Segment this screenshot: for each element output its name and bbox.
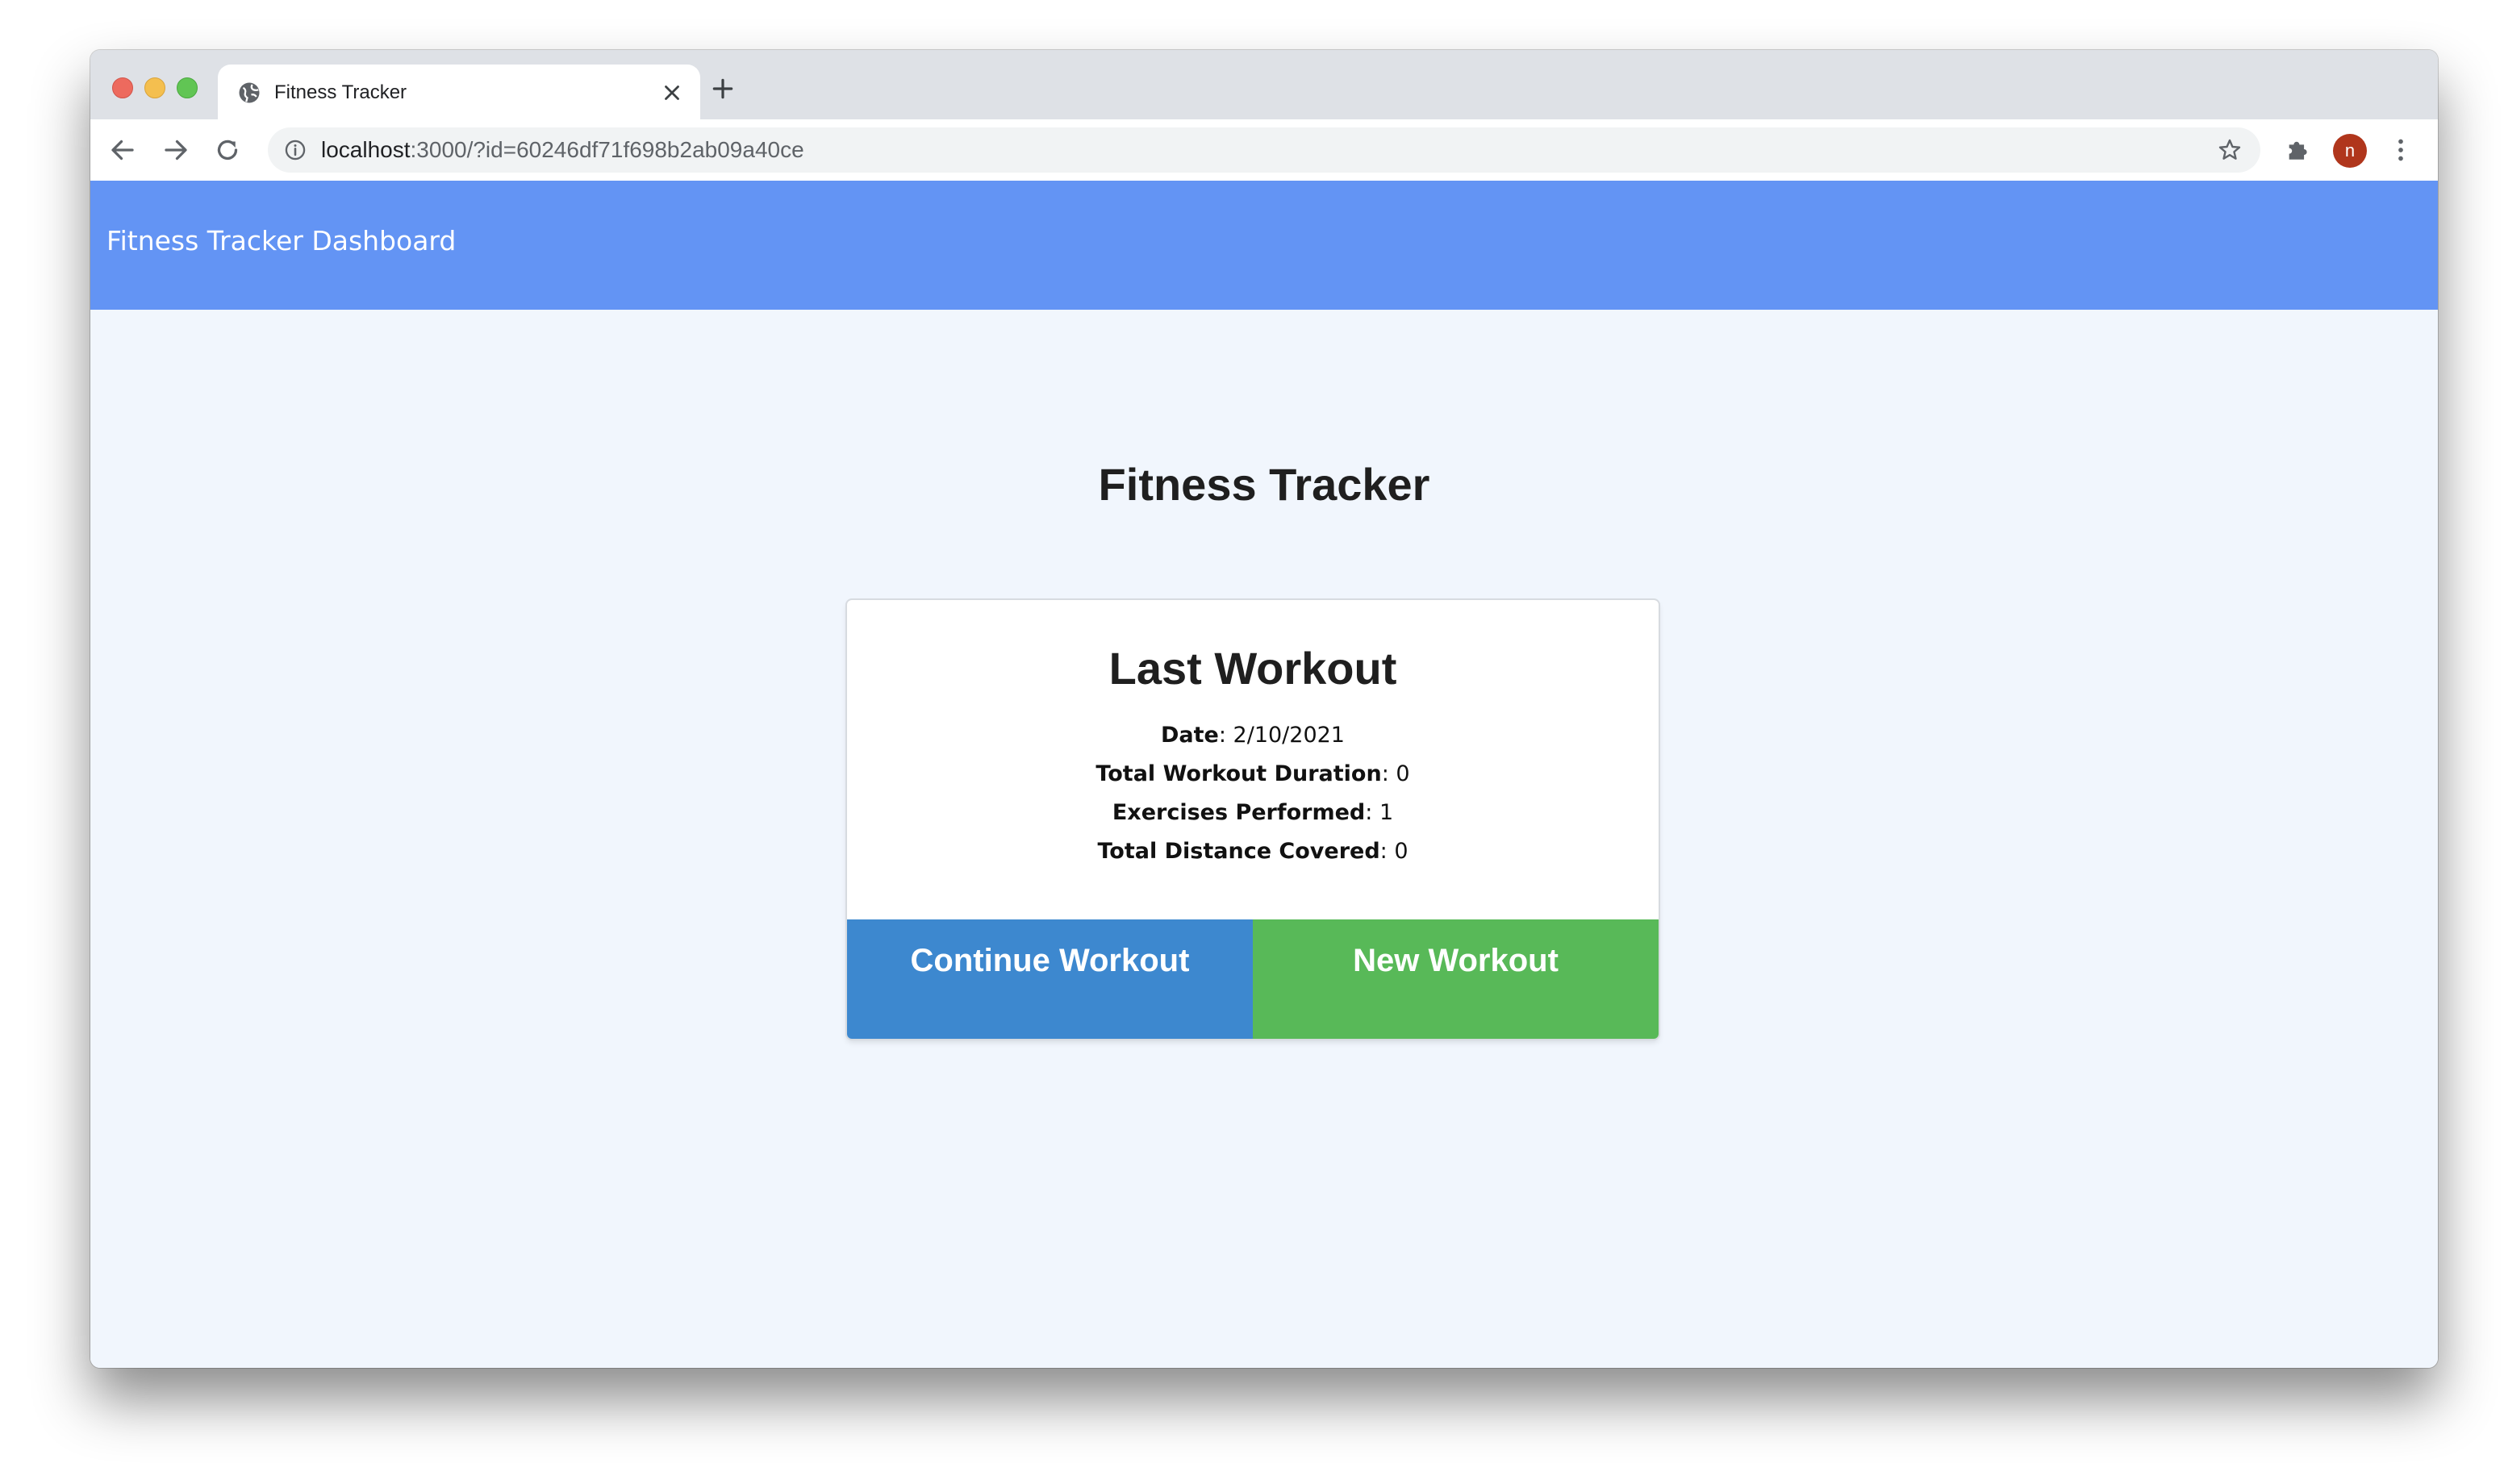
globe-icon — [237, 81, 261, 105]
bookmark-star-icon[interactable] — [2217, 137, 2243, 163]
url-text: localhost:3000/?id=60246df71f698b2ab09a4… — [321, 127, 804, 173]
address-bar[interactable]: localhost:3000/?id=60246df71f698b2ab09a4… — [268, 127, 2260, 173]
reload-icon[interactable] — [213, 135, 242, 165]
app-brand[interactable]: Fitness Tracker Dashboard — [106, 181, 456, 302]
new-workout-button[interactable]: New Workout — [1253, 919, 1659, 1039]
stat-value: 1 — [1379, 800, 1394, 825]
app-header: Fitness Tracker Dashboard — [90, 181, 2438, 310]
close-window-button[interactable] — [112, 77, 133, 98]
back-arrow-icon[interactable] — [108, 135, 137, 165]
info-icon[interactable] — [284, 139, 307, 161]
maximize-window-button[interactable] — [177, 77, 198, 98]
page-title: Fitness Tracker — [1098, 459, 1430, 510]
stat-exercises-performed: Exercises Performed: 1 — [1112, 800, 1394, 825]
browser-toolbar: localhost:3000/?id=60246df71f698b2ab09a4… — [90, 119, 2438, 181]
tab-title: Fitness Tracker — [274, 81, 407, 103]
stat-label: Date — [1161, 723, 1219, 748]
stat-label: Total Distance Covered — [1097, 839, 1380, 864]
page-content: Fitness Tracker Dashboard Fitness Tracke… — [90, 181, 2438, 1368]
card-title: Last Workout — [1108, 643, 1397, 694]
continue-workout-button[interactable]: Continue Workout — [847, 919, 1253, 1039]
tab-fitness-tracker[interactable]: Fitness Tracker — [218, 65, 700, 121]
stat-value: 0 — [1394, 839, 1408, 864]
tab-close-icon[interactable] — [660, 81, 684, 105]
stat-label: Exercises Performed — [1112, 800, 1366, 825]
stat-date: Date: 2/10/2021 — [1161, 723, 1345, 748]
stat-value: 0 — [1396, 761, 1410, 786]
tab-strip: Fitness Tracker — [90, 50, 2438, 121]
extensions-puzzle-icon[interactable] — [2285, 135, 2312, 163]
stat-label: Total Workout Duration — [1096, 761, 1382, 786]
url-host: localhost — [321, 137, 411, 162]
url-path: :3000/?id=60246df71f698b2ab09a40ce — [410, 137, 804, 162]
stat-total-duration: Total Workout Duration: 0 — [1096, 761, 1410, 786]
last-workout-card: Last Workout Date: 2/10/2021 Total Worko… — [847, 600, 1659, 1039]
browser-window: Fitness Tracker localhost:3000/?id=60246… — [90, 50, 2438, 1368]
stat-total-distance: Total Distance Covered: 0 — [1097, 839, 1408, 864]
minimize-window-button[interactable] — [144, 77, 165, 98]
new-tab-icon[interactable] — [710, 76, 736, 102]
profile-avatar[interactable]: n — [2333, 134, 2367, 168]
stat-value: 2/10/2021 — [1233, 723, 1345, 748]
forward-arrow-icon[interactable] — [161, 135, 190, 165]
more-menu-icon[interactable] — [2386, 135, 2415, 165]
